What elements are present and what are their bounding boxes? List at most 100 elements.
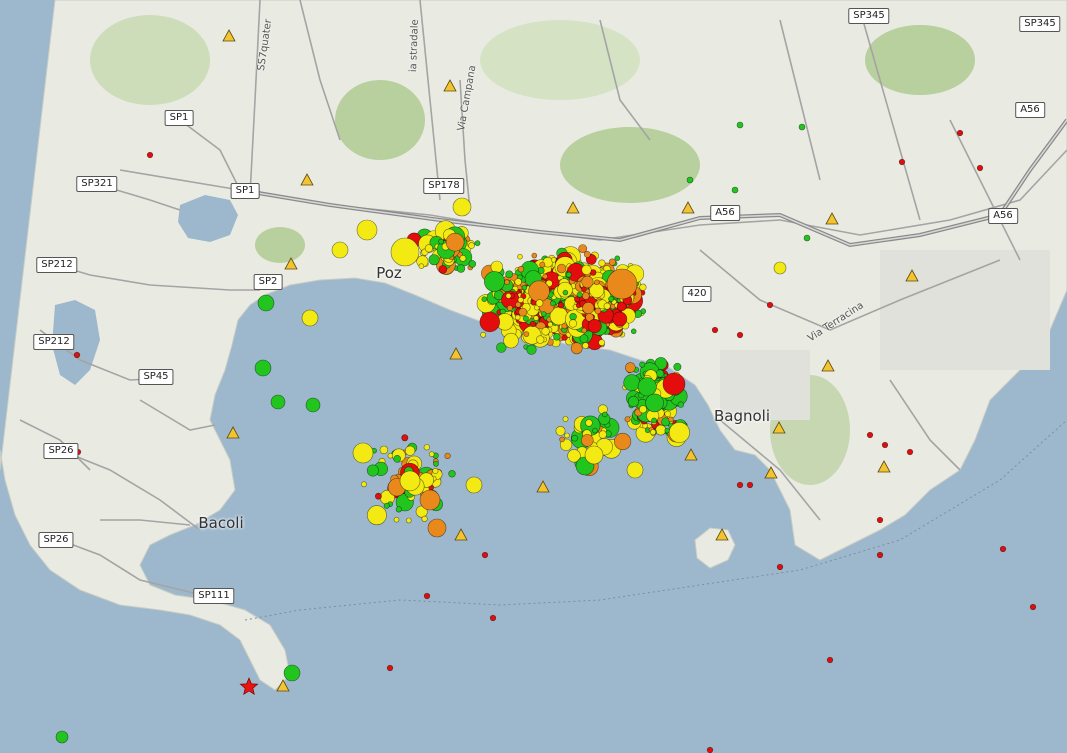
earthquake-marker[interactable] — [405, 445, 416, 456]
earthquake-marker[interactable] — [505, 270, 514, 279]
earthquake-marker[interactable] — [459, 254, 467, 262]
earthquake-marker[interactable] — [438, 265, 448, 274]
earthquake-marker[interactable] — [580, 434, 594, 447]
earthquake-marker-large[interactable] — [254, 359, 272, 377]
earthquake-marker-small[interactable] — [711, 326, 719, 334]
earthquake-marker-large[interactable] — [390, 237, 420, 267]
earthquake-marker[interactable] — [569, 313, 577, 321]
earthquake-marker-small[interactable] — [866, 431, 874, 439]
earthquake-marker[interactable] — [517, 265, 525, 273]
earthquake-marker[interactable] — [366, 505, 387, 526]
map-view[interactable]: SP1 SP321 SP1 SP212 SP2 SP212 SP45 SP26 … — [0, 0, 1067, 753]
earthquake-marker[interactable] — [366, 464, 379, 477]
earthquake-marker[interactable] — [526, 344, 537, 355]
earthquake-marker-small[interactable] — [999, 545, 1007, 553]
earthquake-marker-large[interactable] — [352, 442, 374, 464]
earthquake-marker-small[interactable] — [826, 656, 834, 664]
earthquake-marker-small[interactable] — [386, 664, 394, 672]
earthquake-marker[interactable] — [547, 321, 554, 328]
earthquake-marker-small[interactable] — [423, 592, 431, 600]
earthquake-marker[interactable] — [583, 250, 591, 258]
earthquake-marker[interactable] — [637, 377, 657, 397]
earthquake-marker[interactable] — [481, 296, 488, 303]
earthquake-marker[interactable] — [627, 395, 640, 408]
earthquake-marker[interactable] — [598, 339, 606, 346]
earthquake-marker-large[interactable] — [305, 397, 321, 413]
earthquake-marker[interactable] — [531, 252, 538, 259]
earthquake-marker[interactable] — [433, 460, 439, 467]
earthquake-marker[interactable] — [505, 292, 512, 299]
earthquake-marker[interactable] — [581, 275, 594, 289]
earthquake-marker[interactable] — [581, 264, 592, 275]
earthquake-marker[interactable] — [614, 255, 621, 262]
earthquake-marker-small[interactable] — [736, 331, 744, 339]
earthquake-marker-small[interactable] — [956, 129, 964, 137]
earthquake-marker[interactable] — [630, 328, 637, 335]
earthquake-marker[interactable] — [506, 304, 513, 311]
earthquake-marker[interactable] — [399, 470, 421, 492]
earthquake-marker[interactable] — [561, 334, 568, 341]
earthquake-marker[interactable] — [638, 405, 647, 414]
earthquake-marker[interactable] — [533, 315, 539, 321]
earthquake-marker-large[interactable] — [584, 445, 604, 465]
earthquake-marker-large[interactable] — [427, 518, 447, 538]
earthquake-marker[interactable] — [401, 434, 409, 442]
earthquake-marker[interactable] — [444, 452, 451, 460]
earthquake-marker-large[interactable] — [419, 489, 441, 511]
earthquake-marker[interactable] — [550, 300, 556, 307]
earthquake-marker[interactable] — [582, 342, 589, 349]
earthquake-marker-small[interactable] — [881, 441, 889, 449]
earthquake-marker[interactable] — [624, 416, 631, 423]
earthquake-marker-small[interactable] — [798, 123, 806, 131]
earthquake-marker[interactable] — [504, 279, 510, 286]
earthquake-marker[interactable] — [594, 307, 602, 315]
earthquake-marker-small[interactable] — [706, 746, 714, 753]
earthquake-marker[interactable] — [517, 296, 524, 303]
earthquake-marker[interactable] — [428, 254, 440, 266]
earthquake-marker-small[interactable] — [876, 551, 884, 559]
earthquake-marker[interactable] — [587, 318, 602, 333]
earthquake-marker[interactable] — [521, 284, 528, 291]
earthquake-marker[interactable] — [581, 292, 590, 300]
earthquake-marker[interactable] — [423, 444, 430, 451]
earthquake-marker-small[interactable] — [1029, 603, 1037, 611]
earthquake-marker[interactable] — [535, 335, 545, 344]
earthquake-marker-large[interactable] — [356, 219, 378, 241]
earthquake-marker[interactable] — [553, 333, 561, 341]
earthquake-marker[interactable] — [528, 280, 550, 303]
earthquake-marker[interactable] — [557, 302, 565, 309]
earthquake-marker-small[interactable] — [898, 158, 906, 166]
earthquake-marker[interactable] — [529, 320, 537, 328]
earthquake-marker-large[interactable] — [55, 730, 69, 744]
earthquake-marker[interactable] — [608, 258, 617, 266]
earthquake-marker[interactable] — [541, 327, 550, 336]
earthquake-marker[interactable] — [535, 299, 544, 307]
earthquake-marker-small[interactable] — [776, 563, 784, 571]
earthquake-marker[interactable] — [393, 454, 402, 463]
earthquake-marker-large[interactable] — [606, 268, 638, 300]
earthquake-marker[interactable] — [448, 470, 456, 478]
earthquake-marker[interactable] — [421, 515, 428, 523]
earthquake-marker[interactable] — [379, 445, 389, 455]
earthquake-marker[interactable] — [585, 419, 593, 427]
earthquake-marker-large[interactable] — [301, 309, 319, 327]
earthquake-marker-small[interactable] — [906, 448, 914, 456]
earthquake-marker[interactable] — [668, 421, 690, 443]
earthquake-marker[interactable] — [592, 427, 598, 434]
earthquake-marker[interactable] — [522, 315, 529, 322]
earthquake-marker[interactable] — [571, 434, 578, 442]
earthquake-marker[interactable] — [579, 334, 589, 344]
earthquake-marker-large[interactable] — [465, 476, 483, 494]
earthquake-marker[interactable] — [518, 307, 528, 317]
earthquake-marker[interactable] — [651, 417, 657, 424]
earthquake-marker[interactable] — [562, 289, 569, 296]
earthquake-marker[interactable] — [556, 263, 567, 274]
earthquake-marker[interactable] — [570, 342, 583, 355]
earthquake-marker[interactable] — [483, 271, 505, 292]
earthquake-marker[interactable] — [555, 425, 566, 436]
earthquake-marker[interactable] — [514, 278, 522, 286]
earthquake-marker[interactable] — [514, 314, 521, 321]
earthquake-marker[interactable] — [608, 296, 614, 302]
earthquake-marker[interactable] — [479, 311, 500, 333]
earthquake-marker-small[interactable] — [481, 551, 489, 559]
